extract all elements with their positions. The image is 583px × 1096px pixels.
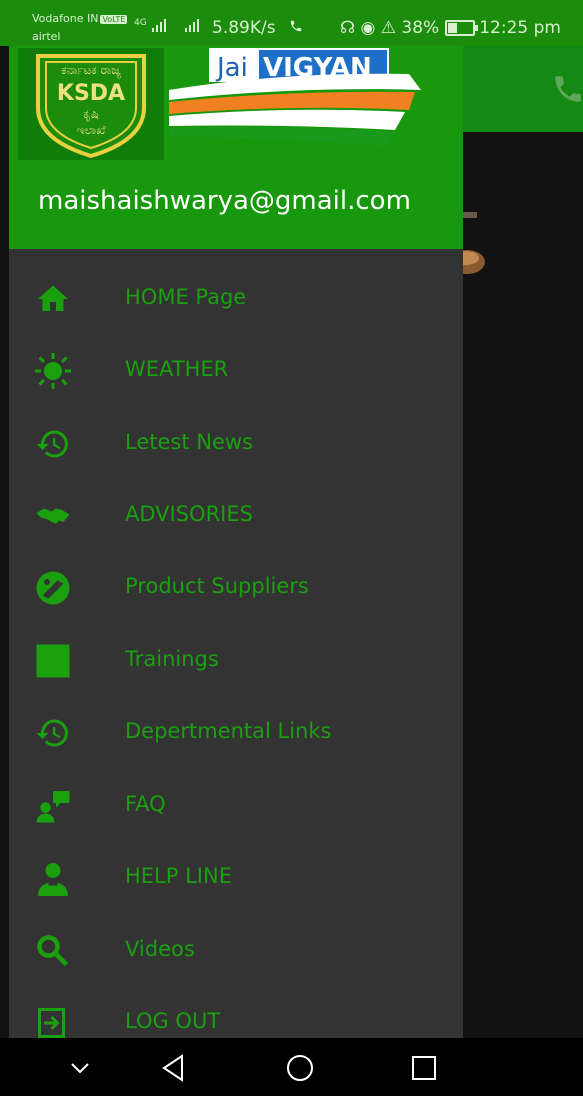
phone-call-icon	[290, 20, 302, 32]
signal-icon	[151, 19, 166, 32]
menu-label: FAQ	[125, 792, 166, 816]
support-person-icon	[38, 863, 68, 896]
status-bar: Vodafone IN VoLTE airtel 4G 5.89K/s ☊ ◉ ⚠…	[0, 0, 583, 46]
search-icon	[37, 935, 69, 967]
network-speed-label: 5.89K/s	[212, 18, 276, 38]
content-image	[463, 212, 485, 274]
menu-label: LOG OUT	[125, 1009, 221, 1033]
ksda-logo-text: KSDA	[57, 81, 125, 106]
carrier-1: Vodafone IN VoLTE	[32, 12, 128, 25]
faq-icon	[36, 791, 70, 823]
menu-label: Depertmental Links	[125, 719, 332, 743]
signal-icon-2	[185, 19, 200, 32]
menu-item-links[interactable]: Depertmental Links	[9, 701, 463, 763]
jai-text: Jai	[215, 53, 248, 83]
menu-item-trainings[interactable]: Trainings	[9, 629, 463, 691]
history-icon	[36, 719, 68, 747]
menu-item-videos[interactable]: Videos	[9, 919, 463, 981]
mute-icon: ⚠	[380, 18, 397, 38]
network-type: 4G	[134, 18, 147, 28]
menu-item-faq[interactable]: FAQ	[9, 774, 463, 836]
system-nav-bar	[0, 1038, 583, 1096]
square-icon	[36, 644, 70, 678]
app-content	[463, 132, 583, 1038]
network-speed: 5.89K/s	[212, 18, 303, 38]
menu-item-suppliers[interactable]: Product Suppliers	[9, 556, 463, 618]
logout-icon	[38, 1008, 65, 1038]
drawer-header: ಕರ್ನಾಟಕ ರಾಜ್ಯ KSDA ಕೃಷಿ ಇಲಾಖೆ Jai VIGYAN…	[9, 46, 463, 249]
menu-label: Trainings	[125, 647, 219, 671]
volte-badge: VoLTE	[100, 14, 128, 24]
headset-icon: ☊	[340, 18, 356, 38]
jai-vigyan-flag-icon: Jai VIGYAN	[169, 48, 421, 146]
sun-icon	[35, 353, 71, 389]
carrier-1-label: Vodafone IN	[32, 12, 99, 25]
back-icon[interactable]	[158, 1052, 190, 1084]
battery-icon	[445, 20, 479, 36]
status-right: ☊ ◉ ⚠ 38% 12:25 pm	[340, 18, 561, 38]
menu-label: ADVISORIES	[125, 502, 253, 526]
app-toolbar	[463, 46, 583, 132]
menu-item-helpline[interactable]: HELP LINE	[9, 846, 463, 908]
history-icon	[36, 430, 68, 458]
jai-vigyan-logo: Jai VIGYAN	[159, 46, 421, 146]
menu-label: WEATHER	[125, 357, 229, 381]
recents-icon[interactable]	[408, 1052, 440, 1084]
menu-label: Letest News	[125, 430, 253, 454]
eye-icon: ◉	[360, 18, 376, 38]
home-icon	[38, 285, 68, 311]
menu-item-weather[interactable]: WEATHER	[9, 339, 463, 401]
phone-icon[interactable]	[551, 72, 583, 106]
clock: 12:25 pm	[479, 18, 561, 38]
svg-text:ಕೃಷಿ: ಕೃಷಿ	[83, 107, 99, 122]
menu-item-news[interactable]: Letest News	[9, 412, 463, 474]
handshake-icon	[36, 508, 70, 524]
battery-fill	[448, 23, 458, 33]
svg-text:ಇಲಾಖೆ: ಇಲಾಖೆ	[76, 123, 106, 137]
menu-item-advisories[interactable]: ADVISORIES	[9, 484, 463, 546]
menu-label: Videos	[125, 937, 195, 961]
ksda-shield-icon: ಕರ್ನಾಟಕ ರಾಜ್ಯ KSDA ಕೃಷಿ ಇಲಾಖೆ	[36, 54, 146, 159]
tractor-badge-icon	[36, 571, 70, 605]
svg-text:ಕರ್ನಾಟಕ ರಾಜ್ಯ: ಕರ್ನಾಟಕ ರಾಜ್ಯ	[61, 63, 121, 79]
home-nav-icon[interactable]	[284, 1052, 316, 1084]
menu-label: HOME Page	[125, 285, 247, 309]
battery-tip	[475, 25, 479, 31]
battery-percent: 38%	[401, 18, 440, 38]
ksda-logo: ಕರ್ನಾಟಕ ರಾಜ್ಯ KSDA ಕೃಷಿ ಇಲಾಖೆ	[18, 48, 164, 160]
menu-item-home[interactable]: HOME Page	[9, 267, 463, 329]
signal-icons: 4G	[134, 18, 204, 35]
carrier-2-label: airtel	[32, 30, 61, 43]
menu-label: HELP LINE	[125, 864, 232, 888]
navigation-drawer: ಕರ್ನಾಟಕ ರಾಜ್ಯ KSDA ಕೃಷಿ ಇಲಾಖೆ Jai VIGYAN…	[9, 46, 463, 1038]
user-email: maishaishwarya@gmail.com	[38, 186, 411, 216]
menu-label: Product Suppliers	[125, 574, 309, 598]
chevron-down-icon[interactable]	[64, 1052, 96, 1084]
